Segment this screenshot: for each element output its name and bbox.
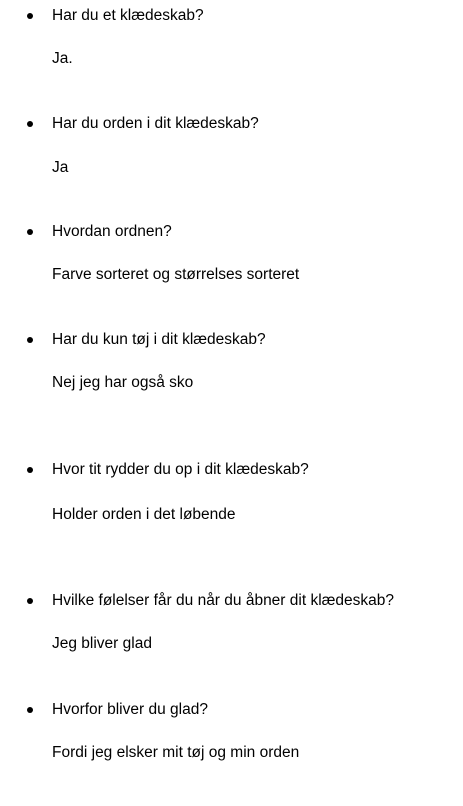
answer-text: Nej jeg har også sko xyxy=(52,374,194,391)
document-page: Har du et klædeskab? Ja. Har du orden i … xyxy=(0,0,463,806)
bullet-icon xyxy=(27,13,33,19)
question-text: Hvor tit rydder du op i dit klædeskab? xyxy=(52,461,309,478)
question-text: Har du orden i dit klædeskab? xyxy=(52,115,259,132)
question-text: Hvilke følelser får du når du åbner dit … xyxy=(52,592,395,609)
question-text: Har du kun tøj i dit klædeskab? xyxy=(52,331,266,348)
answer-text: Farve sorteret og størrelses sorteret xyxy=(52,266,300,283)
answer-text: Ja. xyxy=(52,50,73,67)
bullet-icon xyxy=(27,598,33,604)
bullet-icon xyxy=(27,467,33,473)
answer-text: Holder orden i det løbende xyxy=(52,506,236,523)
answer-text: Ja xyxy=(52,159,69,176)
bullet-icon xyxy=(27,121,33,127)
answer-text: Fordi jeg elsker mit tøj og min orden xyxy=(52,744,300,761)
question-text: Hvordan ordnen? xyxy=(52,223,172,240)
bullet-icon xyxy=(27,229,33,235)
bullet-icon xyxy=(27,707,33,713)
bullet-icon xyxy=(27,337,33,343)
question-text: Hvorfor bliver du glad? xyxy=(52,701,208,718)
question-text: Har du et klædeskab? xyxy=(52,7,204,24)
answer-text: Jeg bliver glad xyxy=(52,635,152,652)
